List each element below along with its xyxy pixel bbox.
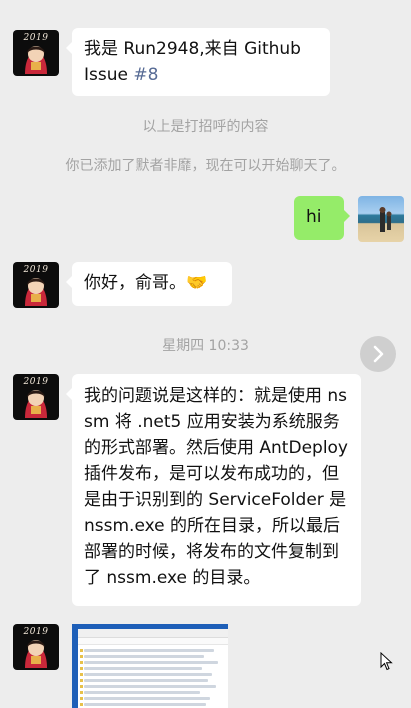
message-text: 你好，俞哥。 — [84, 273, 186, 293]
timestamp: 星期四 10:33 — [162, 338, 249, 354]
anime-avatar-icon — [25, 390, 47, 418]
message-text: hi — [306, 207, 322, 227]
image-message[interactable] — [72, 624, 228, 708]
message-text: 我的问题说是这样的：就是使用 nssm 将 .net5 应用安装为系统服务的形式… — [84, 386, 348, 588]
beach-photo-thumbnail — [379, 207, 392, 232]
message-bubble[interactable]: 我是 Run2948,来自 Github Issue #8 — [66, 28, 330, 96]
contact-avatar[interactable]: 2019 — [13, 374, 59, 420]
system-note-added: 你已添加了默者非靡，现在可以开始聊天了。 — [65, 158, 346, 174]
chevron-right-icon — [373, 345, 384, 363]
mouse-pointer-icon — [380, 652, 393, 671]
message-bubble[interactable]: 你好，俞哥。🤝 — [66, 262, 232, 306]
anime-avatar-icon — [25, 46, 47, 74]
anime-avatar-icon — [25, 278, 47, 306]
my-message-bubble[interactable]: hi — [294, 196, 350, 240]
contact-avatar[interactable]: 2019 — [13, 262, 59, 308]
message-bubble[interactable]: 我的问题说是这样的：就是使用 nssm 将 .net5 应用安装为系统服务的形式… — [66, 374, 361, 606]
contact-avatar[interactable]: 2019 — [13, 624, 59, 670]
handshake-emoji: 🤝 — [186, 273, 208, 293]
contact-avatar[interactable]: 2019 — [13, 30, 59, 76]
system-note-greeting: 以上是打招呼的内容 — [142, 119, 269, 135]
file-explorer-screenshot — [78, 629, 228, 708]
next-button[interactable] — [360, 336, 396, 372]
anime-avatar-icon — [25, 640, 47, 668]
message-text: 我是 Run2948,来自 Github Issue — [84, 39, 301, 85]
issue-link[interactable]: #8 — [133, 65, 158, 85]
my-avatar[interactable] — [358, 196, 404, 242]
